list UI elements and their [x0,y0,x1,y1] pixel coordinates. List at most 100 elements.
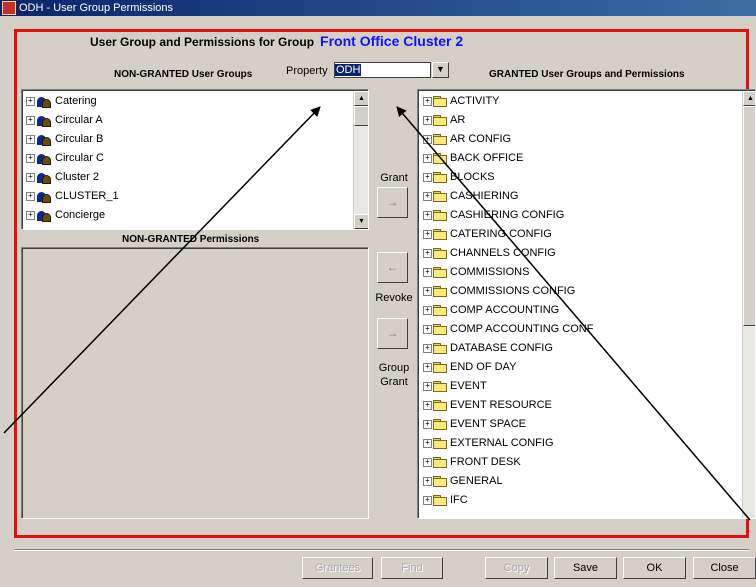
granted-tree-item[interactable]: + COMP ACCOUNTING [423,301,559,320]
group-label: Circular A [55,114,103,126]
expand-icon[interactable]: + [423,438,432,448]
expand-icon[interactable]: + [423,381,432,391]
group-label: Circular B [55,133,104,145]
group-list-item[interactable]: + Concierge [26,206,105,225]
expand-icon[interactable]: + [423,495,432,505]
expand-icon[interactable]: + [423,134,432,144]
revoke-label: Revoke [375,292,413,304]
expand-icon[interactable]: + [423,324,432,334]
expand-icon[interactable]: + [423,286,432,296]
granted-tree-item[interactable]: + CASHIERING [423,187,518,206]
expand-icon[interactable]: + [423,419,432,429]
granted-scrollbar[interactable]: ▲ [742,91,755,518]
granted-item-label: GENERAL [450,475,503,487]
groups-scrollbar[interactable]: ▲ ▼ [353,91,368,229]
folder-icon [433,190,448,202]
non-granted-permissions-list[interactable] [21,247,369,519]
granted-tree-item[interactable]: + EXTERNAL CONFIG [423,434,554,453]
expand-icon[interactable]: + [423,229,432,239]
copy-button[interactable]: Copy [485,557,548,579]
expand-icon[interactable]: + [26,115,35,125]
expand-icon[interactable]: + [423,343,432,353]
folder-icon [433,437,448,449]
granted-tree-item[interactable]: + CHANNELS CONFIG [423,244,556,263]
expand-icon[interactable]: + [423,305,432,315]
folder-icon [433,399,448,411]
granted-tree-item[interactable]: + DATABASE CONFIG [423,339,553,358]
folder-icon [433,228,448,240]
expand-icon[interactable]: + [26,134,35,144]
expand-icon[interactable]: + [423,115,432,125]
group-list-item[interactable]: + Catering [26,92,97,111]
expand-icon[interactable]: + [423,210,432,220]
expand-icon[interactable]: + [26,210,35,220]
granted-tree[interactable]: + ACTIVITY + AR + AR CONFIG + BACK OFFICE + BLOCK… [417,89,756,519]
group-grant-button[interactable]: → [377,318,408,349]
group-list-item[interactable]: + Cluster 2 [26,168,99,187]
non-granted-groups-list[interactable]: + Catering + Circular A + Circular B + Circular… [21,89,369,230]
expand-icon[interactable]: + [423,248,432,258]
folder-icon [433,418,448,430]
group-grant-label-1: Group [378,362,410,374]
find-button[interactable]: Find [381,557,443,579]
save-button[interactable]: Save [554,557,617,579]
granted-scroll-thumb[interactable] [743,106,755,326]
expand-icon[interactable]: + [423,153,432,163]
expand-icon[interactable]: + [26,153,35,163]
expand-icon[interactable]: + [423,400,432,410]
folder-icon [433,304,448,316]
granted-tree-item[interactable]: + COMP ACCOUNTING CONF [423,320,593,339]
grant-button[interactable]: → [377,187,408,218]
granted-item-label: FRONT DESK [450,456,521,468]
group-list-item[interactable]: + Circular B [26,130,103,149]
granted-tree-item[interactable]: + END OF DAY [423,358,516,377]
granted-item-label: COMMISSIONS [450,266,530,278]
expand-icon[interactable]: + [26,191,35,201]
granted-tree-item[interactable]: + BACK OFFICE [423,149,523,168]
granted-tree-item[interactable]: + COMMISSIONS [423,263,529,282]
granted-tree-item[interactable]: + ACTIVITY [423,92,500,111]
group-list-item[interactable]: + Circular A [26,111,103,130]
granted-tree-item[interactable]: + EVENT [423,377,487,396]
granted-tree-item[interactable]: + AR [423,111,465,130]
expand-icon[interactable]: + [423,267,432,277]
granted-item-label: COMP ACCOUNTING CONF [450,323,594,335]
non-granted-groups-label: NON-GRANTED User Groups [114,69,253,80]
expand-icon[interactable]: + [423,457,432,467]
scroll-thumb[interactable] [354,106,368,126]
expand-icon[interactable]: + [26,172,35,182]
granted-tree-item[interactable]: + EVENT RESOURCE [423,396,552,415]
property-field[interactable]: ODH [334,62,431,78]
granted-tree-item[interactable]: + CASHIERING CONFIG [423,206,564,225]
granted-tree-item[interactable]: + BLOCKS [423,168,495,187]
granted-scroll-up-button[interactable]: ▲ [743,91,755,106]
granted-item-label: ACTIVITY [450,95,500,107]
group-label: Concierge [55,209,106,221]
scroll-down-button[interactable]: ▼ [354,214,368,229]
ok-button[interactable]: OK [623,557,686,579]
granted-item-label: END OF DAY [450,361,517,373]
folder-icon [433,494,448,506]
group-list-item[interactable]: + CLUSTER_1 [26,187,119,206]
granted-tree-item[interactable]: + CATERING CONFIG [423,225,552,244]
granted-tree-item[interactable]: + COMMISSIONS CONFIG [423,282,575,301]
expand-icon[interactable]: + [423,172,432,182]
granted-tree-item[interactable]: + EVENT SPACE [423,415,526,434]
expand-icon[interactable]: + [26,96,35,106]
revoke-button[interactable]: ← [377,252,408,283]
granted-item-label: EVENT SPACE [450,418,527,430]
group-list-item[interactable]: + Circular C [26,149,104,168]
granted-tree-item[interactable]: + AR CONFIG [423,130,511,149]
user-group-icon [36,114,52,127]
expand-icon[interactable]: + [423,96,432,106]
expand-icon[interactable]: + [423,191,432,201]
scroll-up-button[interactable]: ▲ [354,91,368,106]
granted-tree-item[interactable]: + GENERAL [423,472,503,491]
granted-tree-item[interactable]: + FRONT DESK [423,453,521,472]
granted-tree-item[interactable]: + IFC [423,491,468,510]
grantees-button[interactable]: Grantees [302,557,373,579]
close-button[interactable]: Close [693,557,756,579]
expand-icon[interactable]: + [423,476,432,486]
property-dropdown-button[interactable]: ▼ [432,62,449,78]
expand-icon[interactable]: + [423,362,432,372]
